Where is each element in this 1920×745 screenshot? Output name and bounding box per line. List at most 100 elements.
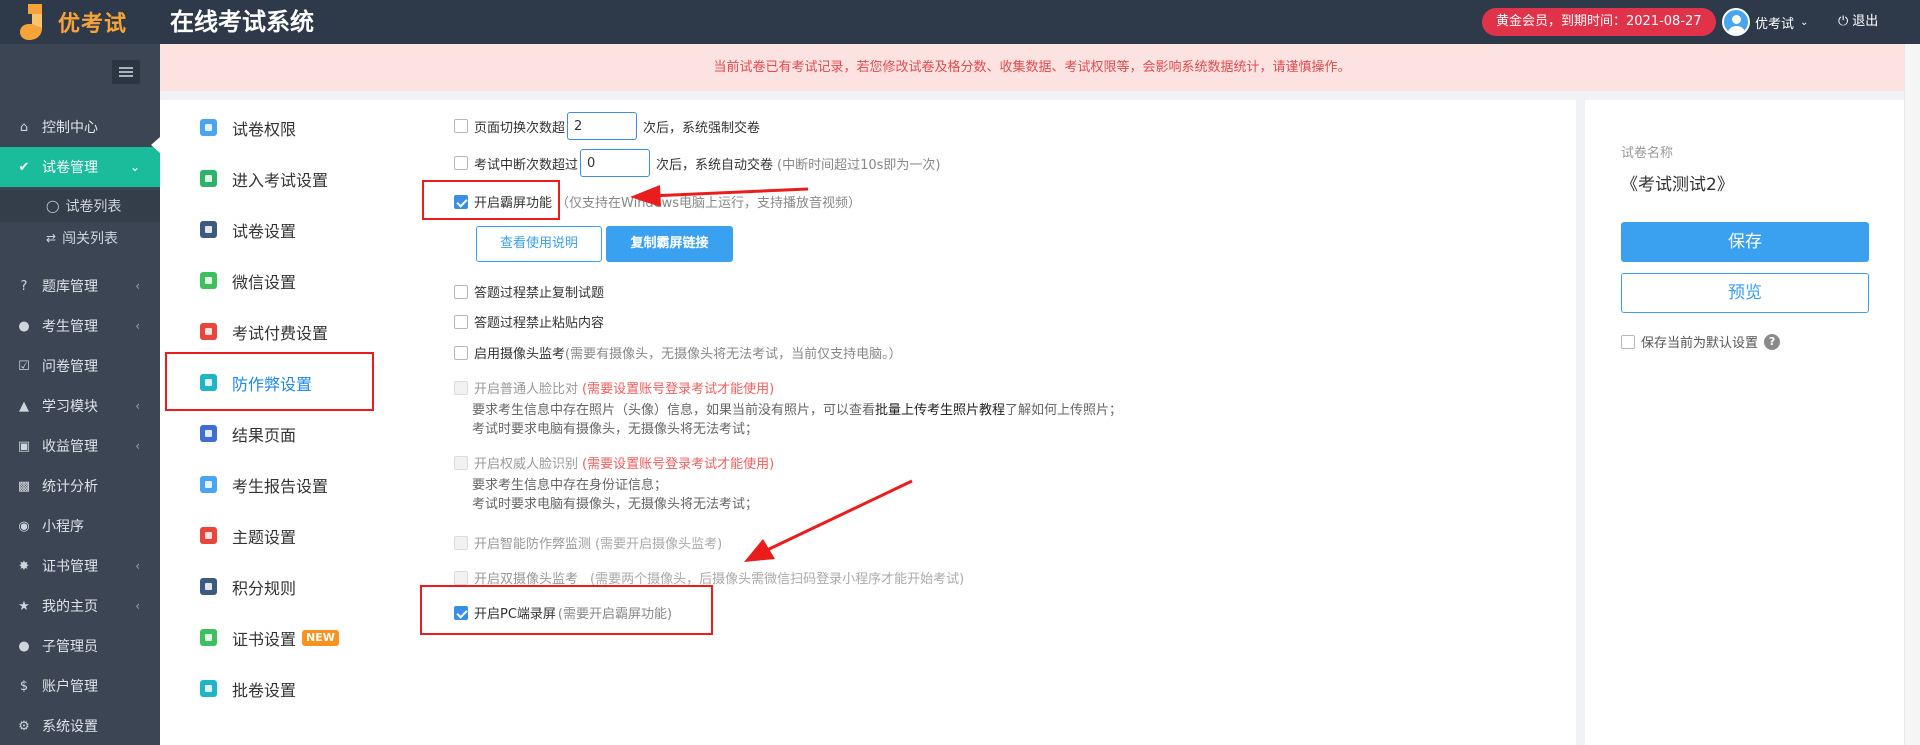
page-switch-checkbox[interactable] (454, 119, 468, 133)
menu-item-result-page[interactable]: 结果页面 (160, 408, 402, 459)
report-icon (200, 476, 217, 493)
usage-guide-button[interactable]: 查看使用说明 (476, 226, 602, 262)
chevron-left-icon: ‹ (135, 319, 140, 333)
calendar-icon (200, 578, 217, 595)
menu-item-points[interactable]: 积分规则 (160, 561, 402, 612)
menu-item-paper-settings[interactable]: 试卷设置 (160, 204, 402, 255)
save-default-checkbox[interactable] (1621, 334, 1635, 349)
menu-item-certificate[interactable]: 证书设置 NEW (160, 612, 402, 663)
auth-face-note: 要求考生信息中存在身份证信息； 考试时要求电脑有摄像头，无摄像头将无法考试； (472, 478, 759, 512)
shirt-icon (200, 527, 217, 544)
user-name: 优考试 (1755, 16, 1795, 32)
logo[interactable]: 优考试 (18, 0, 127, 44)
smart-cheat-checkbox[interactable] (454, 535, 468, 550)
sidebar-item-statistics[interactable]: ▩ 统计分析 (0, 466, 160, 506)
sidebar-item-revenue[interactable]: ▣ 收益管理 ‹ (0, 426, 160, 466)
dual-camera-checkbox[interactable] (454, 570, 468, 585)
chevron-down-icon: ⌄ (1800, 16, 1809, 28)
camera-row: 启用摄像头监考 (需要有摄像头，无摄像头将无法考试，当前仅支持电脑。） (454, 343, 902, 362)
new-badge: NEW (302, 629, 339, 646)
chevron-down-icon: ⌄ (129, 160, 140, 174)
clipboard-icon (200, 680, 217, 697)
sidebar-item-miniprogram[interactable]: ◉ 小程序 (0, 506, 160, 546)
dollar-icon: $ (19, 678, 29, 694)
page-switch-row: 页面切换次数超 次后，系统强制交卷 (454, 112, 760, 140)
top-bar: 优考试 在线考试系统 黄金会员，到期时间：2021-08-27 优考试 ⌄ ⏻ 退… (0, 0, 1920, 44)
checkbox-icon: ☑ (18, 358, 30, 374)
user-icon: ● (18, 318, 30, 334)
no-paste-checkbox[interactable] (454, 314, 468, 329)
active-indicator (151, 137, 160, 153)
sidebar-item-question-bank[interactable]: ? 题库管理 ‹ (0, 266, 160, 306)
face-compare-note: 要求考生信息中存在照片（头像）信息，如果当前没有照片，可以查看批量上传考生照片教… (472, 403, 1123, 437)
help-icon[interactable]: ? (1764, 333, 1781, 350)
settings-menu: 试卷权限 进入考试设置 试卷设置 微信设置 考试付费设置 防作弊设置 结果页面 … (160, 100, 402, 745)
copy-lockscreen-link-button[interactable]: 复制霸屏链接 (606, 226, 733, 262)
sidebar-item-surveys[interactable]: ☑ 问卷管理 (0, 346, 160, 386)
graduation-icon: ▲ (19, 398, 29, 414)
no-copy-checkbox[interactable] (454, 284, 468, 299)
wechat-icon (200, 272, 217, 289)
homepage-icon: ★ (18, 598, 30, 614)
sidebar-sub-level-list[interactable]: ⇄ 闯关列表 (0, 222, 160, 254)
menu-toggle-icon[interactable] (112, 60, 140, 84)
user-menu[interactable]: 优考试 ⌄ (1722, 6, 1808, 38)
sidebar-sub-paper-list[interactable]: ◯ 试卷列表 (0, 190, 160, 222)
menu-item-paper-permission[interactable]: 试卷权限 (160, 102, 402, 153)
warning-banner: 当前试卷已有考试记录，若您修改试卷及格分数、收集数据、考试权限等，会影响系统数据… (160, 44, 1904, 91)
grid-icon (200, 221, 217, 238)
annotation-box-lockscreen (422, 180, 560, 220)
face-compare-checkbox[interactable] (454, 380, 468, 395)
annotation-box-pc-record (420, 585, 713, 635)
bar-chart-icon: ▩ (17, 478, 31, 494)
chevron-left-icon: ‹ (135, 599, 140, 613)
auth-face-checkbox[interactable] (454, 455, 468, 470)
check-circle-icon: ✔ (18, 159, 30, 175)
upload-photo-tutorial-link[interactable]: 批量上传考生照片教程 (875, 403, 1005, 418)
paper-name-label: 试卷名称 (1621, 146, 1674, 161)
shuffle-icon: ⇄ (46, 231, 57, 245)
sub-admin-icon: ● (18, 638, 30, 654)
sidebar-item-system-settings[interactable]: ⚙ 系统设置 (0, 706, 160, 745)
sidebar-item-examinees[interactable]: ● 考生管理 ‹ (0, 306, 160, 346)
sidebar-item-dashboard[interactable]: ⌂ 控制中心 (0, 107, 160, 147)
menu-item-grading[interactable]: 批卷设置 (160, 663, 402, 714)
menu-item-wechat[interactable]: 微信设置 (160, 255, 402, 306)
menu-item-theme[interactable]: 主题设置 (160, 510, 402, 561)
interrupt-input[interactable] (580, 149, 651, 177)
system-title: 在线考试系统 (170, 8, 314, 36)
check-circle-icon: ◯ (46, 199, 60, 213)
logout-button[interactable]: ⏻ 退出 (1838, 0, 1878, 44)
paper-actions-panel: 试卷名称 《考试测试2》 保存 预览 保存当前为默认设置 ? (1585, 100, 1904, 745)
interrupt-row: 考试中断次数超过 次后，系统自动交卷 (中断时间超过10s即为一次) (454, 149, 941, 177)
save-default-row: 保存当前为默认设置 ? (1621, 332, 1781, 351)
camera-checkbox[interactable] (454, 345, 468, 360)
gear-icon: ⚙ (18, 718, 30, 734)
yuan-icon (200, 323, 217, 340)
page-scrollbar[interactable] (1904, 44, 1920, 745)
avatar (1722, 8, 1750, 36)
chevron-left-icon: ‹ (135, 279, 140, 293)
power-icon: ⏻ (1838, 14, 1849, 29)
face-compare-row: 开启普通人脸比对 (需要设置账号登录考试才能使用) (454, 378, 774, 397)
eye-icon (200, 425, 217, 442)
sidebar-item-account[interactable]: $ 账户管理 (0, 666, 160, 706)
certificate-icon: ✸ (18, 558, 30, 574)
smart-cheat-row: 开启智能防作弊监测 (需要开启摄像头监考) (454, 533, 722, 552)
interrupt-checkbox[interactable] (454, 156, 468, 170)
vip-badge[interactable]: 黄金会员，到期时间：2021-08-27 (1482, 8, 1716, 36)
menu-item-payment[interactable]: 考试付费设置 (160, 306, 402, 357)
document-icon (200, 170, 217, 187)
annotation-box-anti-cheat-menu (165, 352, 374, 411)
sidebar-item-papers[interactable]: ✔ 试卷管理 ⌄ (0, 147, 160, 187)
sidebar-item-certificates[interactable]: ✸ 证书管理 ‹ (0, 546, 160, 586)
sidebar-item-sub-admin[interactable]: ● 子管理员 (0, 626, 160, 666)
menu-item-report[interactable]: 考生报告设置 (160, 459, 402, 510)
page-switch-input[interactable] (567, 112, 638, 140)
sidebar-item-learning[interactable]: ▲ 学习模块 ‹ (0, 386, 160, 426)
sidebar-item-homepage[interactable]: ★ 我的主页 ‹ (0, 586, 160, 626)
menu-item-enter-exam[interactable]: 进入考试设置 (160, 153, 402, 204)
preview-button[interactable]: 预览 (1621, 273, 1869, 313)
auth-face-row: 开启权威人脸识别 (需要设置账号登录考试才能使用) (454, 453, 774, 472)
save-button[interactable]: 保存 (1621, 222, 1869, 262)
